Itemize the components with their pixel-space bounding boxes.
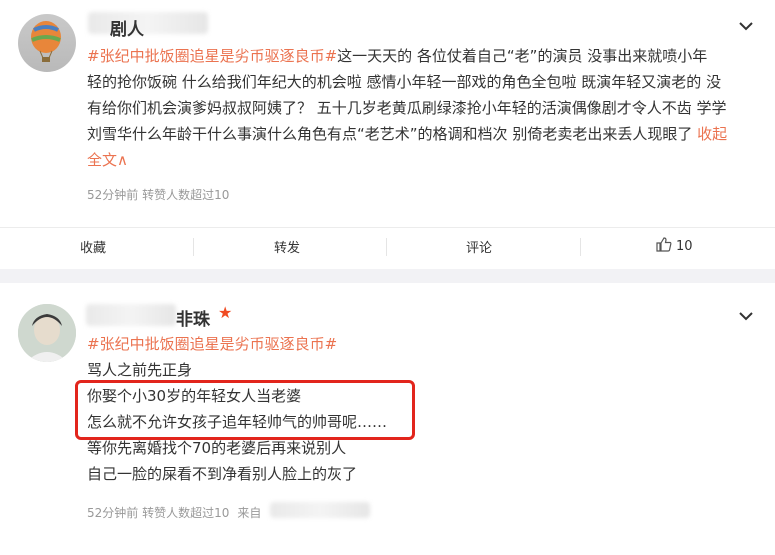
verified-star-icon: ★ bbox=[218, 303, 233, 322]
post-content: #张纪中批饭圈追星是劣币驱逐良币#这一天天的 各位仗着自己“老”的演员 没事出来… bbox=[87, 43, 757, 173]
blurred-username bbox=[86, 304, 176, 326]
weibo-post-1: 剧人 #张纪中批饭圈追星是劣币驱逐良币#这一天天的 各位仗着自己“老”的演员 没… bbox=[0, 0, 775, 269]
chevron-down-icon[interactable] bbox=[737, 20, 755, 32]
blurred-source bbox=[270, 502, 370, 518]
divider bbox=[193, 238, 194, 256]
hashtag-link[interactable]: #张纪中批饭圈追星是劣币驱逐良币# bbox=[87, 47, 337, 65]
avatar-photo-icon bbox=[18, 304, 76, 362]
divider bbox=[580, 238, 581, 256]
post-text: 有给你们机会演爹妈叔叔阿姨了？ 五十几岁老黄瓜刷绿漆抢小年轻的活演偶像剧才令人不… bbox=[87, 99, 727, 117]
highlight-annotation-box bbox=[75, 380, 415, 440]
post-meta: 52分钟前 转赞人数超过10 来自 bbox=[87, 504, 261, 521]
post-author-name[interactable]: 剧人 bbox=[110, 15, 144, 40]
hashtag-link[interactable]: #张纪中批饭圈追星是劣币驱逐良币# bbox=[87, 331, 387, 357]
post-meta-source: 来自 bbox=[237, 506, 262, 520]
thumbs-up-icon bbox=[656, 237, 672, 252]
user-avatar[interactable] bbox=[18, 304, 76, 362]
favorite-button[interactable]: 收藏 bbox=[80, 237, 106, 256]
blurred-username bbox=[88, 12, 208, 34]
post-text: 刘雪华什么年龄干什么事演什么角色有点“老艺术”的格调和档次 别倚老卖老出来丢人现… bbox=[87, 125, 698, 143]
post-text: 轻的抢你饭碗 什么给我们年纪大的机会啦 感情小年轻一部戏的角色全包啦 既演年轻又… bbox=[87, 73, 722, 91]
like-button[interactable]: 10 bbox=[656, 237, 693, 254]
post-meta-time: 52分钟前 转赞人数超过10 bbox=[87, 506, 230, 520]
chevron-down-icon[interactable] bbox=[737, 310, 755, 322]
divider bbox=[0, 227, 775, 228]
comment-button[interactable]: 评论 bbox=[466, 237, 492, 256]
like-count: 10 bbox=[676, 239, 693, 254]
post-meta: 52分钟前 转赞人数超过10 bbox=[87, 188, 230, 202]
post-author-name[interactable]: 非珠 bbox=[176, 305, 210, 330]
hot-air-balloon-icon bbox=[31, 21, 61, 62]
divider bbox=[386, 238, 387, 256]
post-text: 这一天天的 各位仗着自己“老”的演员 没事出来就喷小年 bbox=[337, 47, 708, 65]
post-text: 自己一脸的屎看不到净看别人脸上的灰了 bbox=[87, 465, 358, 483]
full-text-toggle[interactable]: 全文∧ bbox=[87, 147, 757, 173]
forward-button[interactable]: 转发 bbox=[274, 237, 300, 256]
user-avatar[interactable] bbox=[18, 14, 76, 72]
collapse-link[interactable]: 收起 bbox=[697, 125, 727, 143]
